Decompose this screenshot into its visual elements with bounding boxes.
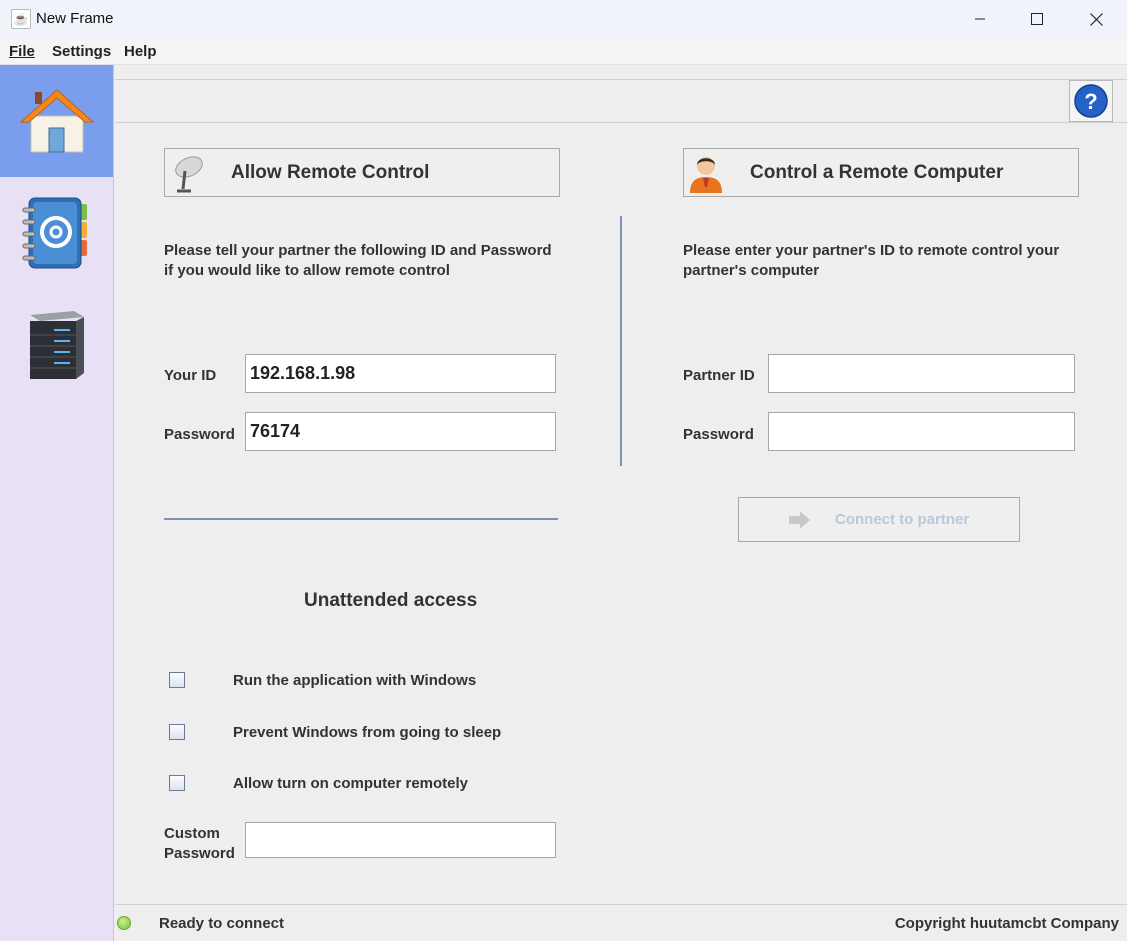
address-book-icon bbox=[22, 197, 87, 269]
java-app-icon: ☕ bbox=[11, 9, 31, 29]
run-with-windows-label: Run the application with Windows bbox=[233, 672, 477, 689]
custom-password-label-line2: Password bbox=[164, 845, 235, 862]
your-id-field[interactable] bbox=[245, 354, 556, 393]
allow-remote-description-line2: if you would like to allow remote contro… bbox=[164, 262, 450, 279]
svg-text:?: ? bbox=[1084, 89, 1097, 114]
maximize-button[interactable] bbox=[1008, 0, 1066, 38]
allow-remote-description-line1: Please tell your partner the following I… bbox=[164, 242, 552, 259]
help-icon: ? bbox=[1074, 84, 1108, 118]
status-bar-divider bbox=[115, 904, 1127, 905]
home-icon bbox=[19, 89, 94, 153]
menu-settings[interactable]: Settings bbox=[52, 43, 111, 60]
allow-turn-on-checkbox[interactable] bbox=[169, 775, 185, 791]
toolbar bbox=[115, 79, 1127, 123]
connect-to-partner-label: Connect to partner bbox=[835, 511, 970, 528]
allow-turn-on-label: Allow turn on computer remotely bbox=[233, 775, 469, 792]
help-button[interactable]: ? bbox=[1069, 80, 1113, 122]
allow-remote-control-button[interactable]: Allow Remote Control bbox=[164, 148, 560, 197]
password-field[interactable] bbox=[245, 412, 556, 451]
custom-password-label: Custom Password bbox=[164, 824, 235, 864]
your-id-label: Your ID bbox=[164, 367, 217, 384]
sidebar-item-servers[interactable] bbox=[0, 289, 113, 401]
close-button[interactable] bbox=[1067, 0, 1125, 38]
status-text: Ready to connect bbox=[159, 915, 285, 932]
partner-id-label: Partner ID bbox=[683, 367, 755, 384]
control-remote-computer-button[interactable]: Control a Remote Computer bbox=[683, 148, 1079, 197]
arrow-right-icon bbox=[789, 510, 810, 529]
maximize-icon bbox=[1031, 13, 1043, 25]
person-icon bbox=[690, 156, 722, 193]
menu-help[interactable]: Help bbox=[124, 43, 157, 60]
menu-file[interactable]: File bbox=[9, 43, 35, 60]
horizontal-divider bbox=[164, 518, 558, 520]
sidebar-item-contacts[interactable] bbox=[0, 177, 113, 289]
allow-remote-control-label: Allow Remote Control bbox=[231, 161, 430, 183]
unattended-access-title: Unattended access bbox=[304, 590, 478, 611]
run-with-windows-checkbox[interactable] bbox=[169, 672, 185, 688]
connect-to-partner-button[interactable]: Connect to partner bbox=[738, 497, 1020, 542]
title-bar: ☕ New Frame bbox=[0, 0, 1127, 38]
status-indicator-icon bbox=[117, 916, 131, 930]
sidebar bbox=[0, 65, 114, 941]
custom-password-field[interactable] bbox=[245, 822, 556, 858]
server-icon bbox=[29, 311, 84, 379]
prevent-sleep-checkbox[interactable] bbox=[169, 724, 185, 740]
control-remote-description-line1: Please enter your partner's ID to remote… bbox=[683, 242, 1060, 259]
window-title: New Frame bbox=[36, 10, 114, 27]
control-remote-description: Please enter your partner's ID to remote… bbox=[683, 241, 1059, 281]
satellite-dish-icon bbox=[175, 155, 203, 192]
custom-password-label-line1: Custom bbox=[164, 825, 220, 842]
minimize-button[interactable] bbox=[951, 0, 1009, 38]
control-remote-computer-label: Control a Remote Computer bbox=[750, 161, 1004, 183]
vertical-divider bbox=[620, 216, 622, 466]
partner-password-label: Password bbox=[683, 426, 754, 443]
prevent-sleep-label: Prevent Windows from going to sleep bbox=[233, 724, 502, 741]
menu-bar: File Settings Help bbox=[0, 38, 1127, 65]
copyright-text: Copyright huutamcbt Company bbox=[894, 915, 1119, 932]
partner-password-field[interactable] bbox=[768, 412, 1075, 451]
close-icon bbox=[1089, 12, 1103, 26]
control-remote-description-line2: partner's computer bbox=[683, 262, 820, 279]
allow-remote-description: Please tell your partner the following I… bbox=[164, 241, 552, 281]
partner-id-field[interactable] bbox=[768, 354, 1075, 393]
minimize-icon bbox=[975, 18, 985, 20]
password-label: Password bbox=[164, 426, 235, 443]
sidebar-item-home[interactable] bbox=[0, 65, 113, 177]
